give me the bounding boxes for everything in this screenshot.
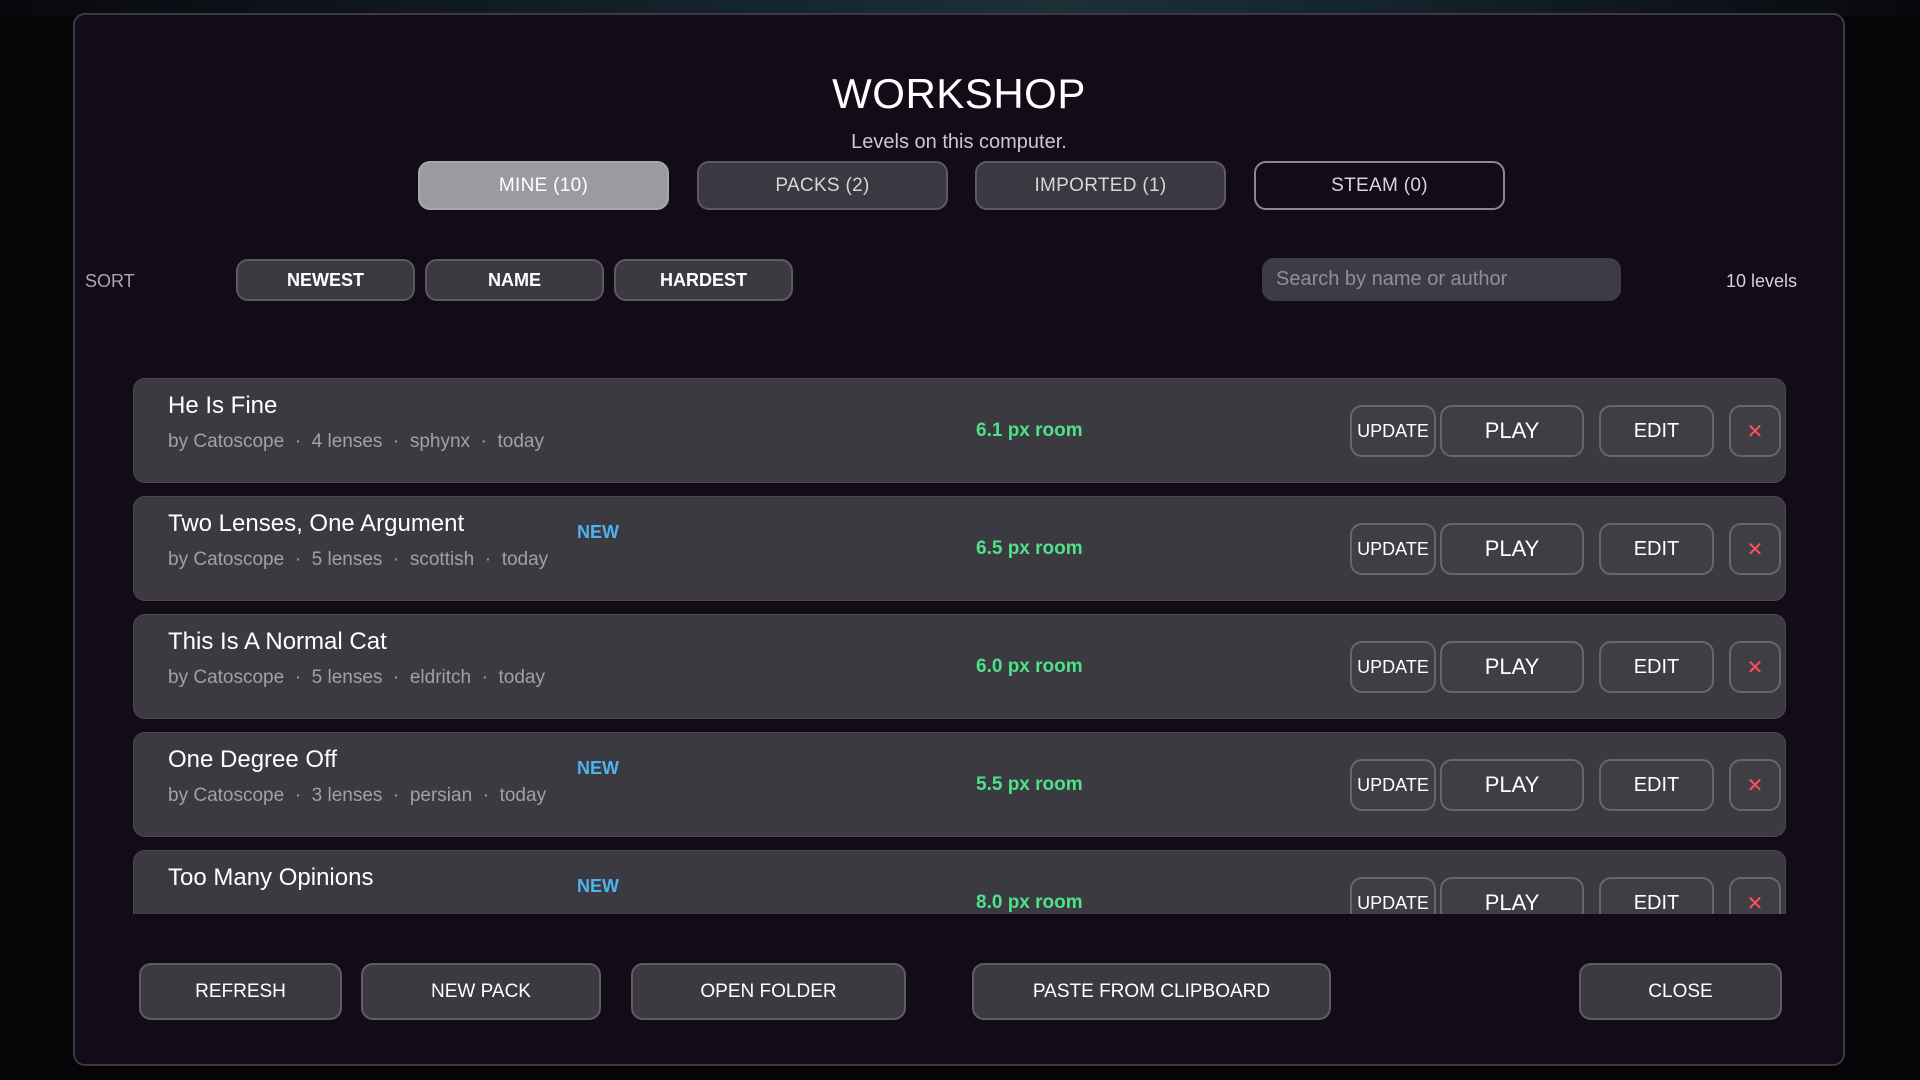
page-title: WORKSHOP <box>832 70 1086 117</box>
edit-button[interactable]: EDIT <box>1599 877 1714 914</box>
sort-hardest-button[interactable]: HARDEST <box>614 259 793 301</box>
level-row: This Is A Normal Cat by Catoscope · 5 le… <box>133 614 1786 719</box>
room-size: 8.0 px room <box>976 892 1083 913</box>
tab-steam[interactable]: STEAM (0) <box>1254 161 1505 210</box>
level-row: He Is Fine by Catoscope · 4 lenses · sph… <box>133 378 1786 483</box>
tab-imported[interactable]: IMPORTED (1) <box>975 161 1226 210</box>
close-icon: ✕ <box>1746 420 1764 443</box>
update-button[interactable]: UPDATE <box>1350 759 1436 811</box>
level-name: He Is Fine <box>168 392 278 419</box>
edit-button[interactable]: EDIT <box>1599 641 1714 693</box>
new-pack-button[interactable]: NEW PACK <box>361 963 601 1020</box>
level-meta: by Catoscope · 4 lenses · sphynx · today <box>168 431 544 452</box>
edit-button[interactable]: EDIT <box>1599 759 1714 811</box>
level-meta: by Catoscope · 5 lenses · eldritch · tod… <box>168 667 546 688</box>
open-folder-button[interactable]: OPEN FOLDER <box>631 963 906 1020</box>
edit-button[interactable]: EDIT <box>1599 523 1714 575</box>
sort-name-button[interactable]: NAME <box>425 259 604 301</box>
workshop-dialog: WORKSHOP Levels on this computer. MINE (… <box>73 13 1845 1066</box>
level-row: One Degree Off NEW by Catoscope · 3 lens… <box>133 732 1786 837</box>
level-name: One Degree Off <box>168 746 337 773</box>
level-row: Too Many Opinions NEW 8.0 px room UPDATE… <box>133 850 1786 914</box>
play-button[interactable]: PLAY <box>1440 641 1584 693</box>
update-button[interactable]: UPDATE <box>1350 877 1436 914</box>
play-button[interactable]: PLAY <box>1440 523 1584 575</box>
close-icon: ✕ <box>1746 774 1764 797</box>
play-button[interactable]: PLAY <box>1440 877 1584 914</box>
page-subtitle: Levels on this computer. <box>851 131 1067 153</box>
sort-label: SORT <box>85 271 135 291</box>
delete-button[interactable]: ✕ <box>1729 405 1781 457</box>
play-button[interactable]: PLAY <box>1440 759 1584 811</box>
level-name: Two Lenses, One Argument <box>168 510 465 537</box>
new-badge: NEW <box>577 522 619 542</box>
level-meta: by Catoscope · 3 lenses · persian · toda… <box>168 785 547 806</box>
tab-packs[interactable]: PACKS (2) <box>697 161 948 210</box>
close-icon: ✕ <box>1746 892 1764 915</box>
update-button[interactable]: UPDATE <box>1350 523 1436 575</box>
level-name: This Is A Normal Cat <box>168 628 387 655</box>
close-icon: ✕ <box>1746 656 1764 679</box>
level-name: Too Many Opinions <box>168 864 374 891</box>
room-size: 6.0 px room <box>976 656 1083 677</box>
level-count: 10 levels <box>1725 271 1797 291</box>
sort-newest-button[interactable]: NEWEST <box>236 259 415 301</box>
room-size: 5.5 px room <box>976 774 1083 795</box>
tab-mine[interactable]: MINE (10) <box>418 161 669 210</box>
play-button[interactable]: PLAY <box>1440 405 1584 457</box>
search-input[interactable] <box>1262 258 1621 301</box>
room-size: 6.1 px room <box>976 420 1083 441</box>
delete-button[interactable]: ✕ <box>1729 877 1781 914</box>
delete-button[interactable]: ✕ <box>1729 641 1781 693</box>
delete-button[interactable]: ✕ <box>1729 523 1781 575</box>
level-list[interactable]: He Is Fine by Catoscope · 4 lenses · sph… <box>133 378 1786 914</box>
update-button[interactable]: UPDATE <box>1350 641 1436 693</box>
update-button[interactable]: UPDATE <box>1350 405 1436 457</box>
new-badge: NEW <box>577 758 619 778</box>
refresh-button[interactable]: REFRESH <box>139 963 342 1020</box>
new-badge: NEW <box>577 876 619 896</box>
close-button[interactable]: CLOSE <box>1579 963 1782 1020</box>
level-row: Two Lenses, One Argument NEW by Catoscop… <box>133 496 1786 601</box>
level-meta: by Catoscope · 5 lenses · scottish · tod… <box>168 549 549 570</box>
paste-from-clipboard-button[interactable]: PASTE FROM CLIPBOARD <box>972 963 1331 1020</box>
edit-button[interactable]: EDIT <box>1599 405 1714 457</box>
close-icon: ✕ <box>1746 538 1764 561</box>
delete-button[interactable]: ✕ <box>1729 759 1781 811</box>
room-size: 6.5 px room <box>976 538 1083 559</box>
